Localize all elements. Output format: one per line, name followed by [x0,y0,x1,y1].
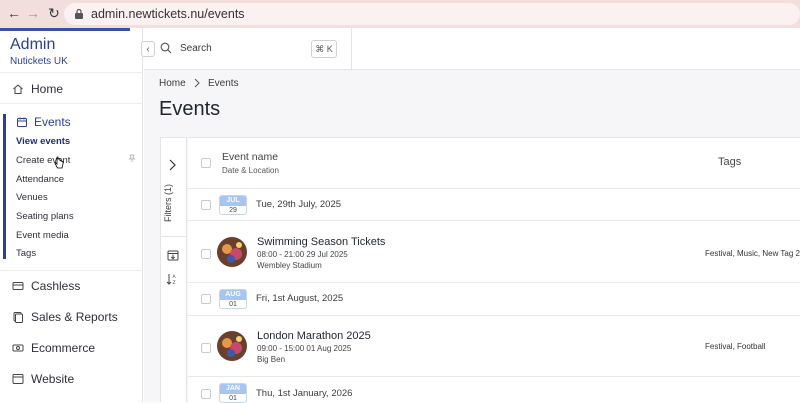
top-bar [144,28,800,70]
pin-icon[interactable] [128,154,136,162]
event-time: 09:00 - 15:00 01 Aug 2025 [257,344,352,353]
column-header-event-name[interactable]: Event name [222,151,278,163]
organization-name[interactable]: Nutickets UK [10,56,68,67]
event-row-checkbox[interactable] [201,343,211,353]
date-badge-month: AUG [220,290,246,300]
date-badge-month: JAN [220,384,246,394]
chevron-right-icon[interactable] [168,159,177,171]
sidebar-item-label: Website [31,372,75,386]
sidebar-item-label: Home [31,82,64,96]
select-all-checkbox[interactable] [201,158,211,168]
sidebar-accent-line [0,28,130,31]
date-group-checkbox[interactable] [201,294,211,304]
sidebar-item-label: Cashless [31,279,81,293]
sidebar-divider [0,270,143,271]
website-icon [12,374,24,384]
sidebar-subitem-venues[interactable]: Venues [16,192,48,203]
sort-icon[interactable]: AZ [166,273,178,285]
event-thumbnail[interactable] [217,237,247,267]
svg-text:Z: Z [173,280,176,285]
keyboard-shortcut-hint: ⌘ K [311,40,337,58]
event-venue: Wembley Stadium [257,261,322,270]
sidebar-subitem-attendance[interactable]: Attendance [16,174,64,185]
event-row-checkbox[interactable] [201,249,211,259]
row-divider [188,220,800,221]
date-badge-day: 01 [229,301,237,308]
date-badge: JAN 01 [219,383,247,403]
date-badge-month: JUL [220,196,246,206]
column-subheader-date-location: Date & Location [222,166,279,175]
row-divider [188,188,800,189]
sidebar-item-events[interactable]: Events [16,115,71,129]
chevron-left-icon: ‹ [146,43,150,55]
sidebar-subitem-event-media[interactable]: Event media [16,230,69,241]
row-divider [188,282,800,283]
breadcrumb-home[interactable]: Home [159,78,186,89]
app-title: Admin [10,36,56,53]
date-group-label: Fri, 1st August, 2025 [256,293,344,304]
search-icon [160,42,172,54]
download-calendar-icon[interactable] [167,249,179,261]
event-name[interactable]: London Marathon 2025 [257,330,371,342]
event-venue: Big Ben [257,355,286,364]
address-bar[interactable]: admin.newtickets.nu/events [64,3,800,25]
search-input[interactable]: Search [180,43,212,54]
ecommerce-icon [12,344,24,352]
row-divider [188,376,800,377]
date-badge-day: 29 [229,207,237,214]
event-time: 08:00 - 21:00 29 Jul 2025 [257,250,348,259]
event-thumbnail[interactable] [217,331,247,361]
date-badge: JUL 29 [219,195,247,215]
sidebar-item-label: Ecommerce [31,341,96,355]
date-group-label: Tue, 29th July, 2025 [256,199,342,210]
sidebar-item-label: Sales & Reports [31,310,118,324]
chevron-right-icon [194,78,200,88]
url-text: admin.newtickets.nu/events [91,7,245,21]
sidebar-divider [0,103,143,104]
date-badge: AUG 01 [219,289,247,309]
date-group-checkbox[interactable] [201,389,211,399]
browser-toolbar: ← → ↻ admin.newtickets.nu/events [0,0,800,28]
page-title: Events [159,98,221,120]
sidebar-item-website[interactable]: Website [12,372,74,386]
breadcrumb-events: Events [208,78,239,89]
date-group-label: Thu, 1st January, 2026 [256,388,353,399]
sidebar-item-cashless[interactable]: Cashless [12,279,80,293]
filters-toggle[interactable]: Filters (1) [163,184,173,222]
home-icon [13,84,23,94]
card-icon [12,282,24,290]
event-name[interactable]: Swimming Season Tickets [257,236,385,248]
sidebar-divider [0,72,143,73]
sidebar-item-label: Events [34,115,71,129]
reports-icon [13,312,23,323]
event-tags: Festival, Music, New Tag 2, [705,249,800,258]
forward-arrow-icon[interactable]: → [22,5,44,21]
lock-icon [75,8,83,19]
sidebar-subitem-seating-plans[interactable]: Seating plans [16,211,74,222]
svg-text:A: A [173,274,177,280]
reload-icon[interactable]: ↻ [43,5,65,22]
calendar-icon [17,117,27,127]
sidebar-item-ecommerce[interactable]: Ecommerce [12,341,95,355]
sidebar-item-home[interactable]: Home [12,82,63,96]
event-tags: Festival, Football [705,342,766,351]
sidebar-subitem-view-events[interactable]: View events [16,136,70,147]
filters-divider [160,236,187,237]
topbar-divider [351,28,352,70]
mouse-cursor-icon [54,156,64,169]
sidebar-subitem-tags[interactable]: Tags [16,248,36,259]
column-header-tags[interactable]: Tags [718,156,741,168]
date-group-checkbox[interactable] [201,200,211,210]
row-divider [188,315,800,316]
collapse-sidebar-button[interactable]: ‹ [141,41,155,57]
filters-panel[interactable] [160,137,187,402]
active-indicator [3,114,6,259]
sidebar-item-sales-reports[interactable]: Sales & Reports [12,310,118,324]
